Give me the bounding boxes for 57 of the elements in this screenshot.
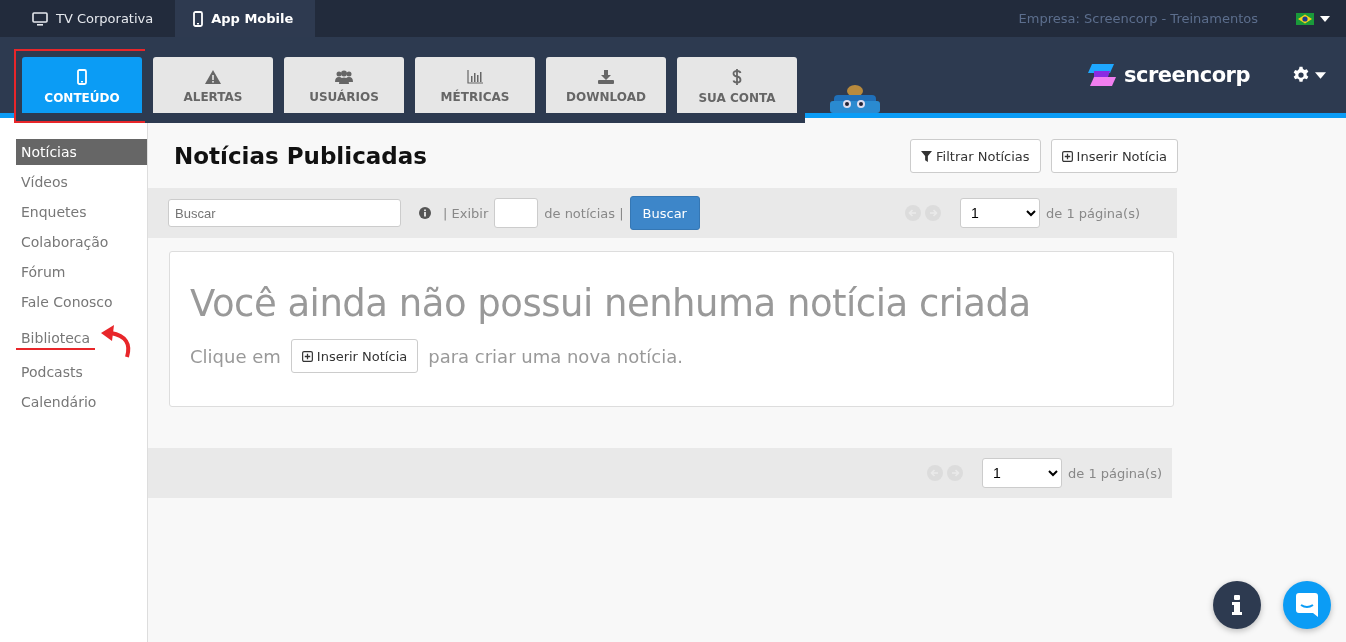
hint-text: Clique em [190,345,281,367]
brazil-flag-icon [1296,12,1314,25]
nav-tab[interactable]: MÉTRICAS [415,57,535,113]
robot-mascot-drawing [830,83,880,113]
nav-tab[interactable]: CONTEÚDO [22,57,142,113]
info-icon [1231,595,1243,615]
company-name: Empresa: Screencorp - Treinamentos [1018,11,1258,26]
count-label: de notícias | [544,205,624,221]
filter-icon [921,150,933,162]
plus-square-icon [301,350,313,362]
caret-icon [1315,71,1326,79]
page-select[interactable]: 1 [982,458,1062,488]
action-button[interactable]: Inserir Notícia [1050,139,1178,173]
monitor-icon [32,11,48,26]
info-button[interactable] [1213,581,1261,629]
count-field[interactable] [494,198,539,228]
show-label: | Exibir [443,205,489,221]
bar-chart-icon [467,70,483,84]
download-icon [598,70,614,84]
page-select[interactable]: 1 [960,198,1040,228]
chat-icon [1296,593,1318,617]
sidebar-item[interactable]: Fale Conosco [16,289,118,315]
settings-icon [1292,66,1310,84]
dollar-icon [732,69,742,85]
users-icon [335,70,353,84]
logo-icon [1086,64,1118,86]
empty-heading: Você ainda não possui nenhuma notícia criada [190,282,1032,325]
page-count: de 1 página(s) [1046,205,1140,221]
info-icon[interactable] [419,207,431,219]
sidebar-item[interactable]: Podcasts [16,359,88,385]
action-button[interactable]: Filtrar Notícias [910,139,1041,173]
nav-tab[interactable]: ALERTAS [153,57,273,113]
product-tab[interactable]: App Mobile [175,0,316,37]
sidebar-item[interactable]: Calendário [16,389,102,415]
sidebar-item[interactable]: Notícias [16,139,147,165]
insert-button[interactable]: Inserir Notícia [290,339,419,373]
page-title: Notícias Publicadas [174,143,427,169]
search-button[interactable]: Buscar [629,196,700,230]
nav-tab[interactable]: SUA CONTA [677,57,797,113]
search-field[interactable]: Buscar [168,199,401,227]
hint-text: para criar uma nova notícia. [428,345,683,367]
chat-button[interactable] [1283,581,1331,629]
nav-tab[interactable]: DOWNLOAD [546,57,666,113]
sidebar-item[interactable]: Colaboração [16,229,114,255]
sidebar-item[interactable]: Enquetes [16,199,92,225]
logo: screencorp [1124,63,1250,87]
warning-icon [205,70,221,84]
nav-tab[interactable]: USUÁRIOS [284,57,404,113]
sidebar-item[interactable]: Vídeos [16,169,73,195]
plus-square-icon [1061,150,1073,162]
caret-icon [1320,15,1330,22]
sidebar-item[interactable]: Fórum [16,259,71,285]
sidebar-item[interactable]: Biblioteca [16,324,96,350]
product-tab[interactable]: TV Corporativa [14,0,176,37]
page-count: de 1 página(s) [1068,465,1162,481]
phone-icon [193,10,204,27]
phone-icon [77,69,87,85]
